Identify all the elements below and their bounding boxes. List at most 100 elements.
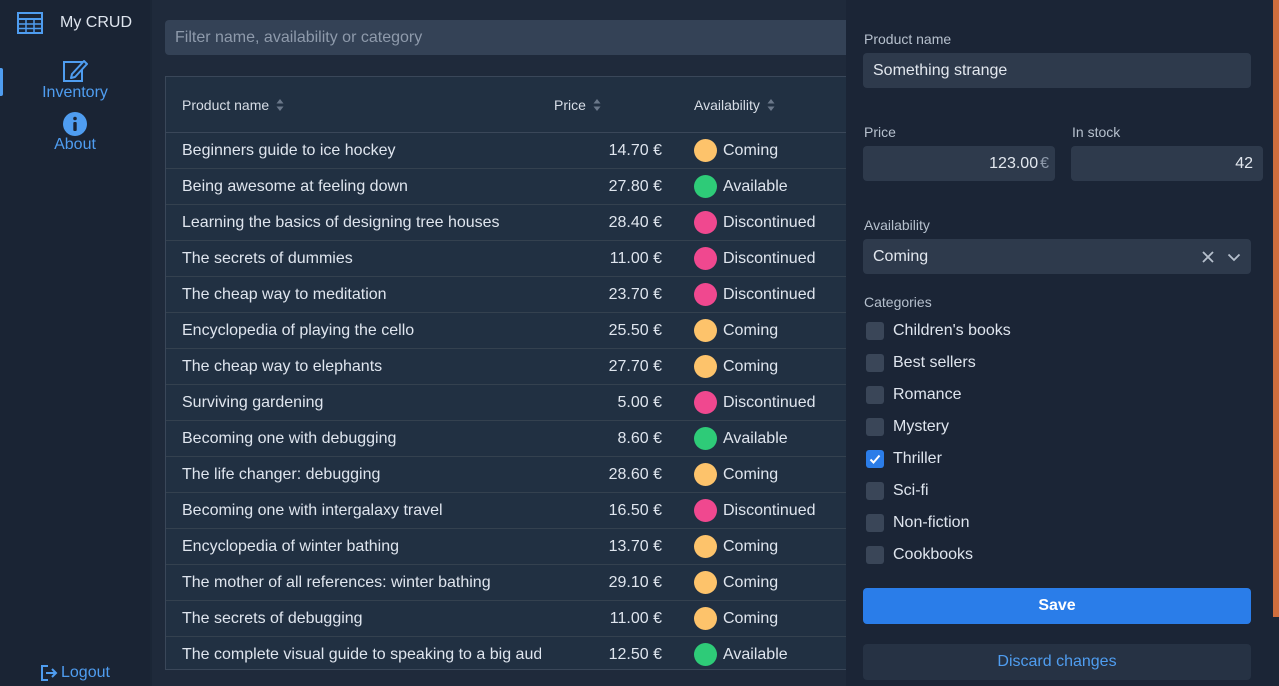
info-icon bbox=[63, 112, 87, 136]
table-row[interactable]: Beginners guide to ice hockey 14.70 € Comi… bbox=[166, 133, 855, 169]
nav-about[interactable]: About bbox=[0, 112, 150, 154]
price-value: 123.00 bbox=[989, 154, 1039, 172]
checkbox[interactable] bbox=[866, 450, 884, 468]
cell-price: 23.70 € bbox=[608, 285, 662, 303]
cell-price: 14.70 € bbox=[608, 141, 662, 159]
header-price[interactable]: Price bbox=[541, 97, 678, 113]
category-checkbox[interactable]: Children's books bbox=[866, 322, 1011, 340]
category-checkbox[interactable]: Best sellers bbox=[866, 354, 976, 372]
table-row[interactable]: Surviving gardening 5.00 € Discontinued bbox=[166, 385, 855, 421]
status-text: Available bbox=[723, 429, 788, 447]
cell-product-name: The secrets of dummies bbox=[182, 249, 353, 267]
select-controls bbox=[1201, 250, 1241, 264]
cell-availability: Coming bbox=[662, 139, 778, 162]
status-dot bbox=[694, 319, 717, 342]
checkbox[interactable] bbox=[866, 418, 884, 436]
cell-price: 11.00 € bbox=[609, 249, 662, 267]
table-row[interactable]: Learning the basics of designing tree ho… bbox=[166, 205, 855, 241]
table-row[interactable]: The secrets of dummies 11.00 € Discontinue… bbox=[166, 241, 855, 277]
cell-availability: Discontinued bbox=[662, 391, 816, 414]
cell-price: 28.60 € bbox=[608, 465, 662, 483]
cell-product-name: The complete visual guide to speaking to… bbox=[182, 645, 541, 663]
logout-label: Logout bbox=[61, 664, 110, 681]
table-row[interactable]: The cheap way to elephants 27.70 € Coming bbox=[166, 349, 855, 385]
category-checkbox[interactable]: Romance bbox=[866, 386, 961, 404]
checkbox[interactable] bbox=[866, 386, 884, 404]
cell-product-name: The cheap way to elephants bbox=[182, 357, 383, 375]
table-row[interactable]: Becoming one with debugging 8.60 € Availab… bbox=[166, 421, 855, 457]
product-name-value: Something strange bbox=[873, 61, 1008, 79]
cell-price: 27.80 € bbox=[608, 177, 662, 195]
category-checkbox[interactable]: Thriller bbox=[866, 450, 942, 468]
table-row[interactable]: The cheap way to meditation 23.70 € Discon… bbox=[166, 277, 855, 313]
cell-product-name: The mother of all references: winter bat… bbox=[182, 573, 491, 591]
cell-availability: Discontinued bbox=[662, 211, 816, 234]
status-dot bbox=[694, 463, 717, 486]
category-checkbox[interactable]: Cookbooks bbox=[866, 546, 973, 564]
status-text: Available bbox=[723, 177, 788, 195]
category-checkbox[interactable]: Mystery bbox=[866, 418, 949, 436]
chevron-down-icon[interactable] bbox=[1227, 250, 1241, 264]
table-row[interactable]: The complete visual guide to speaking to… bbox=[166, 637, 855, 669]
cell-product-name: Encyclopedia of playing the cello bbox=[182, 321, 415, 339]
status-dot bbox=[694, 427, 717, 450]
category-label: Mystery bbox=[893, 418, 949, 435]
cell-price: 28.40 € bbox=[608, 213, 662, 231]
cell-price: 27.70 € bbox=[608, 357, 662, 375]
categories-label: Categories bbox=[864, 294, 932, 310]
category-checkbox[interactable]: Sci-fi bbox=[866, 482, 929, 500]
discard-button[interactable]: Discard changes bbox=[863, 644, 1251, 680]
cell-product-name: The life changer: debugging bbox=[182, 465, 381, 483]
status-text: Discontinued bbox=[723, 213, 816, 231]
stock-label: In stock bbox=[1072, 124, 1121, 140]
product-name-field[interactable]: Something strange bbox=[863, 53, 1251, 88]
table-row[interactable]: Being awesome at feeling down 27.80 € Avai… bbox=[166, 169, 855, 205]
cell-availability: Discontinued bbox=[662, 499, 816, 522]
logout-link[interactable]: Logout bbox=[40, 664, 110, 682]
table-row[interactable]: Encyclopedia of winter bathing 13.70 € Com… bbox=[166, 529, 855, 565]
category-label: Best sellers bbox=[893, 354, 976, 371]
header-product-name[interactable]: Product name bbox=[166, 97, 541, 113]
stock-field[interactable]: 42 bbox=[1071, 146, 1263, 181]
checkbox[interactable] bbox=[866, 354, 884, 372]
cell-product-name: Becoming one with debugging bbox=[182, 429, 397, 447]
cell-availability: Coming bbox=[662, 571, 778, 594]
cell-availability: Coming bbox=[662, 607, 778, 630]
header-price-label: Price bbox=[554, 96, 586, 113]
cell-product-name: Beginners guide to ice hockey bbox=[182, 141, 396, 159]
cell-product-name: Surviving gardening bbox=[182, 393, 324, 411]
checkbox[interactable] bbox=[866, 322, 884, 340]
availability-select[interactable]: Coming bbox=[863, 239, 1251, 274]
table-row[interactable]: The life changer: debugging 28.60 € Coming bbox=[166, 457, 855, 493]
filter-input[interactable] bbox=[165, 20, 855, 55]
cell-price: 25.50 € bbox=[608, 321, 662, 339]
category-label: Non-fiction bbox=[893, 514, 970, 531]
grid-header: Product name Price Availability bbox=[166, 77, 855, 133]
cell-availability: Coming bbox=[662, 319, 778, 342]
table-row[interactable]: The secrets of debugging 11.00 € Coming bbox=[166, 601, 855, 637]
table-row[interactable]: The mother of all references: winter bat… bbox=[166, 565, 855, 601]
save-button[interactable]: Save bbox=[863, 588, 1251, 624]
table-row[interactable]: Encyclopedia of playing the cello 25.50 €… bbox=[166, 313, 855, 349]
checkbox[interactable] bbox=[866, 546, 884, 564]
status-dot bbox=[694, 175, 717, 198]
header-availability[interactable]: Availability bbox=[678, 97, 855, 113]
checkbox[interactable] bbox=[866, 482, 884, 500]
category-checkbox[interactable]: Non-fiction bbox=[866, 514, 969, 532]
cell-price: 8.60 € bbox=[617, 429, 662, 447]
status-dot bbox=[694, 391, 717, 414]
status-dot bbox=[694, 211, 717, 234]
table-row[interactable]: Becoming one with intergalaxy travel 16.5… bbox=[166, 493, 855, 529]
status-text: Coming bbox=[723, 357, 779, 375]
price-field[interactable]: 123.00 € bbox=[863, 146, 1055, 181]
checkbox[interactable] bbox=[866, 514, 884, 532]
status-dot bbox=[694, 643, 717, 666]
table-icon bbox=[17, 12, 43, 34]
sort-icon bbox=[593, 98, 601, 111]
nav-inventory[interactable]: Inventory bbox=[0, 58, 150, 102]
status-text: Coming bbox=[723, 537, 779, 555]
cell-price: 5.00 € bbox=[617, 393, 662, 411]
product-name-label: Product name bbox=[864, 31, 952, 47]
editor-panel bbox=[846, 0, 1273, 686]
clear-icon[interactable] bbox=[1201, 250, 1215, 264]
